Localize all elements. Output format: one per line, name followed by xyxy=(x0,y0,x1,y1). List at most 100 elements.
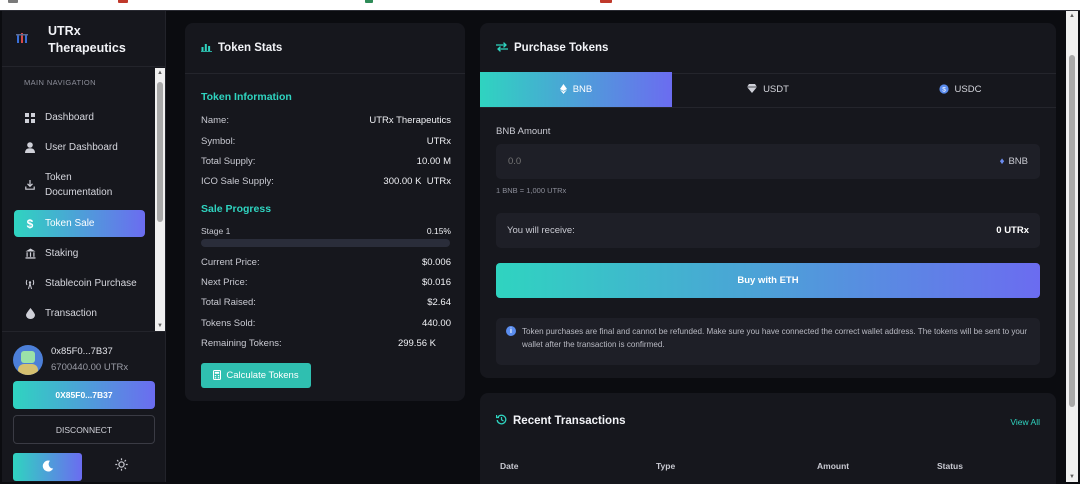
sidebar-item-label: Stablecoin Purchase xyxy=(45,278,137,289)
calculate-tokens-button[interactable]: Calculate Tokens xyxy=(201,363,311,388)
tab-bnb[interactable]: BNB xyxy=(480,72,672,107)
stat-row-total-raised: Total Raised: $2.64 xyxy=(201,297,451,308)
avatar xyxy=(13,345,43,375)
token-stats-card: Token Stats Token Information Name: UTRx … xyxy=(185,23,465,401)
info-row-ico-supply: ICO Sale Supply: 300.00 K UTRx xyxy=(201,176,451,187)
info-row-name: Name: UTRx Therapeutics xyxy=(201,115,451,126)
amount-currency: ♦ BNB xyxy=(1000,156,1028,167)
sidebar-item-label: Token Documentation xyxy=(45,172,113,198)
stat-row-next-price: Next Price: $0.016 xyxy=(201,277,451,288)
diamond-icon xyxy=(747,84,758,95)
sidebar-item-transaction[interactable]: Transaction xyxy=(14,300,145,327)
scroll-up-icon[interactable]: ▲ xyxy=(1069,13,1075,19)
scroll-down-icon[interactable]: ▼ xyxy=(1069,474,1075,480)
droplet-icon xyxy=(23,308,37,319)
sidebar-item-token-documentation[interactable]: Token Documentation xyxy=(14,168,145,202)
column-status[interactable]: Status xyxy=(937,461,963,471)
sale-progress-bar xyxy=(201,239,450,247)
sidebar-item-dashboard[interactable]: Dashboard xyxy=(14,104,145,131)
sidebar-item-user-dashboard[interactable]: User Dashboard xyxy=(14,134,145,161)
wallet-address: 0x85F0...7B37 xyxy=(51,346,113,357)
amount-label: BNB Amount xyxy=(496,126,551,137)
logo-icon xyxy=(16,33,28,43)
row-value: 299.56 K xyxy=(397,338,436,349)
view-all-link[interactable]: View All xyxy=(1010,417,1040,427)
column-type[interactable]: Type xyxy=(656,461,675,471)
sidebar-item-label: User Dashboard xyxy=(45,142,118,153)
user-icon xyxy=(23,142,37,153)
token-information-title: Token Information xyxy=(201,91,292,103)
row-value: 440.00 xyxy=(421,318,451,329)
row-label: Current Price: xyxy=(201,257,260,268)
wallet-address-button[interactable]: 0X85F0...7B37 xyxy=(13,381,155,409)
stage-row: Stage 1 0.15% xyxy=(201,226,451,236)
row-value: 300.00 K UTRx xyxy=(383,176,451,187)
notice-text: Token purchases are final and cannot be … xyxy=(522,327,1028,349)
receive-box: You will receive: 0 UTRx xyxy=(496,213,1040,248)
buy-button[interactable]: Buy with ETH xyxy=(496,263,1040,298)
row-value: UTRx xyxy=(426,136,451,147)
sidebar-item-staking[interactable]: Staking xyxy=(14,240,145,267)
brand[interactable]: UTRx Therapeutics xyxy=(2,11,166,67)
sale-progress-title: Sale Progress xyxy=(201,203,272,215)
row-label: Symbol: xyxy=(201,136,236,147)
card-title: Token Stats xyxy=(218,42,283,54)
row-value: $0.006 xyxy=(421,257,451,268)
wallet-panel: 0x85F0...7B37 6700440.00 UTRx 0X85F0...7… xyxy=(2,331,166,482)
row-value: $0.016 xyxy=(421,277,451,288)
sidebar-item-stablecoin-purchase[interactable]: Stablecoin Purchase xyxy=(14,270,145,297)
column-amount[interactable]: Amount xyxy=(817,461,849,471)
row-label: Total Supply: xyxy=(201,156,256,167)
scrollbar-thumb[interactable] xyxy=(157,82,163,222)
purchase-notice: i Token purchases are final and cannot b… xyxy=(496,318,1040,365)
light-mode-button[interactable] xyxy=(113,458,129,474)
scroll-down-icon[interactable]: ▼ xyxy=(157,323,163,329)
sidebar-item-label: Transaction xyxy=(45,308,97,319)
button-label: Calculate Tokens xyxy=(226,370,299,381)
page-scrollbar[interactable]: ▲ ▼ xyxy=(1066,11,1078,482)
disconnect-button[interactable]: DISCONNECT xyxy=(13,415,155,444)
info-icon: i xyxy=(506,326,516,336)
sidebar-item-label: Dashboard xyxy=(45,112,94,123)
row-value: UTRx Therapeutics xyxy=(369,115,451,126)
tab-usdt[interactable]: USDT xyxy=(672,72,864,107)
tab-usdc[interactable]: $ USDC xyxy=(864,72,1056,107)
amount-field[interactable]: ♦BNB xyxy=(496,144,1040,179)
bar-chart-icon xyxy=(201,42,212,55)
history-icon xyxy=(495,414,507,428)
amount-input[interactable] xyxy=(508,156,1000,167)
sidebar-scrollbar[interactable]: ▲ ▼ xyxy=(155,68,165,331)
sidebar-item-label: Token Sale xyxy=(45,218,95,229)
row-value: 10.00 M xyxy=(416,156,451,167)
currency-tabs: BNB USDT $ USDC xyxy=(480,72,1056,108)
sun-icon xyxy=(114,458,128,474)
sidebar-item-token-sale[interactable]: $ Token Sale xyxy=(14,210,145,237)
moon-icon xyxy=(42,460,54,475)
stat-row-remaining-tokens: Remaining Tokens: 299.56 K xyxy=(201,338,451,349)
tab-label: USDT xyxy=(763,84,789,95)
row-label: Total Raised: xyxy=(201,297,256,308)
purchase-tokens-card: Purchase Tokens BNB USDT $ USDC BNB Amou… xyxy=(480,23,1056,378)
receive-value: 0 UTRx xyxy=(996,225,1029,236)
browser-bookmarks-strip xyxy=(0,0,1080,10)
info-row-total-supply: Total Supply: 10.00 M xyxy=(201,156,451,167)
dark-mode-button[interactable] xyxy=(13,453,82,481)
stage-percent: 0.15% xyxy=(426,226,451,236)
main-navigation: MAIN NAVIGATION Dashboard User Dashboard… xyxy=(2,68,166,331)
card-title: Recent Transactions xyxy=(513,415,626,427)
wallet-balance: 6700440.00 UTRx xyxy=(51,362,129,373)
card-title: Purchase Tokens xyxy=(514,42,609,54)
row-label: Next Price: xyxy=(201,277,248,288)
calculator-icon xyxy=(213,369,222,382)
coin-icon: $ xyxy=(938,83,949,96)
scrollbar-thumb[interactable] xyxy=(1069,55,1075,407)
ethereum-icon xyxy=(559,83,567,96)
currency-label: BNB xyxy=(1008,156,1028,167)
bank-icon xyxy=(23,248,37,259)
info-row-symbol: Symbol: UTRx xyxy=(201,136,451,147)
column-date[interactable]: Date xyxy=(500,461,518,471)
broadcast-icon xyxy=(23,279,37,289)
row-label: Name: xyxy=(201,115,229,126)
purchase-header: Purchase Tokens xyxy=(480,23,1056,74)
scroll-up-icon[interactable]: ▲ xyxy=(157,70,163,76)
